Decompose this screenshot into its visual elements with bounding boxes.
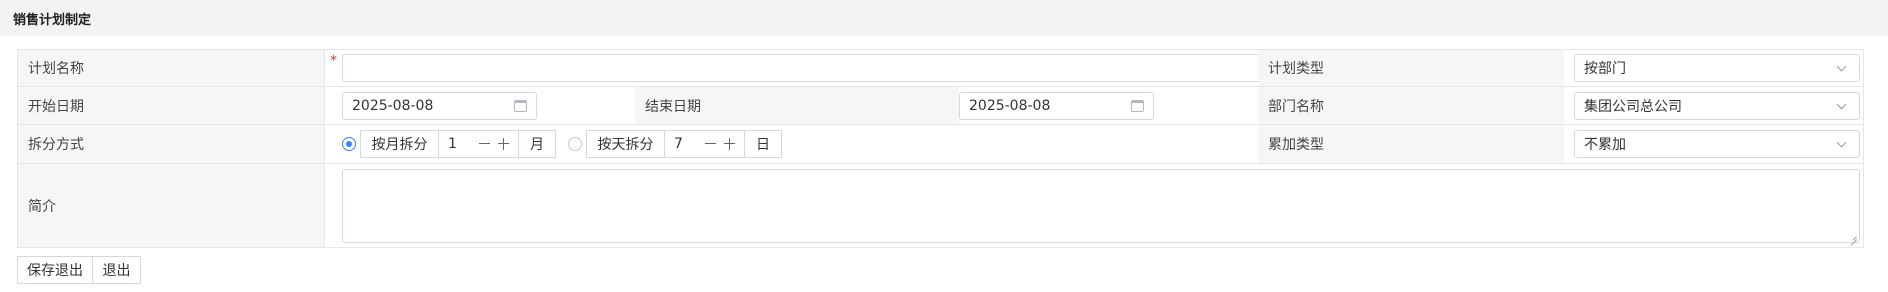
chevron-down-icon — [1836, 99, 1847, 110]
split-month-stepper[interactable]: 1 — [439, 130, 518, 158]
plus-icon[interactable] — [724, 138, 735, 150]
save-exit-button[interactable]: 保存退出 — [17, 256, 93, 284]
split-month-value: 1 — [448, 136, 457, 152]
plan-type-label-text: 计划类型 — [1268, 61, 1324, 77]
start-date-picker[interactable]: 2025-08-08 — [342, 92, 537, 120]
exit-label: 退出 — [102, 263, 131, 279]
day-unit: 日 — [744, 130, 782, 158]
accumulate-type-label: 累加类型 — [1258, 125, 1564, 163]
accumulate-type-label-text: 累加类型 — [1268, 137, 1324, 153]
page-title: 销售计划制定 — [13, 13, 92, 28]
department-label: 部门名称 — [1258, 87, 1564, 124]
end-date-value: 2025-08-08 — [969, 98, 1051, 114]
plus-icon[interactable] — [498, 138, 509, 150]
split-by-day-label: 按天拆分 — [597, 137, 654, 153]
split-by-month-label: 按月拆分 — [371, 137, 428, 153]
department-label-text: 部门名称 — [1268, 98, 1324, 115]
split-by-day-radio[interactable] — [568, 137, 582, 151]
minus-icon[interactable] — [479, 143, 490, 145]
chevron-down-icon — [1836, 137, 1847, 148]
exit-button[interactable]: 退出 — [92, 256, 141, 284]
plan-name-label: 计划名称 — [18, 50, 324, 86]
department-select[interactable]: 集团公司总公司 — [1574, 92, 1860, 120]
minus-icon[interactable] — [705, 143, 716, 145]
month-unit-text: 月 — [530, 137, 544, 153]
department-value: 集团公司总公司 — [1584, 99, 1682, 115]
column-divider — [324, 50, 325, 247]
split-by-month-radio[interactable] — [342, 137, 356, 151]
split-day-value: 7 — [674, 136, 683, 152]
split-by-day-option[interactable]: 按天拆分 — [586, 130, 665, 158]
split-method-label: 拆分方式 — [18, 125, 324, 163]
plan-type-label: 计划类型 — [1258, 50, 1564, 86]
intro-label: 简介 — [18, 164, 324, 247]
resize-handle-icon[interactable] — [1849, 232, 1857, 240]
accumulate-type-value: 不累加 — [1584, 137, 1626, 153]
plan-type-value: 按部门 — [1584, 61, 1626, 77]
page-header: 销售计划制定 — [0, 0, 1888, 36]
intro-label-text: 简介 — [28, 198, 56, 215]
start-date-label-text: 开始日期 — [28, 98, 84, 115]
month-unit: 月 — [518, 130, 556, 158]
required-mark: * — [330, 53, 337, 69]
chevron-down-icon — [1836, 61, 1847, 72]
split-method-label-text: 拆分方式 — [28, 137, 84, 153]
start-date-value: 2025-08-08 — [352, 98, 434, 114]
day-unit-text: 日 — [756, 137, 770, 153]
calendar-icon — [514, 100, 527, 112]
calendar-icon — [1131, 100, 1144, 112]
plan-name-input[interactable] — [342, 54, 1262, 82]
plan-name-label-text: 计划名称 — [28, 61, 84, 77]
split-by-month-option[interactable]: 按月拆分 — [360, 130, 439, 158]
start-date-label: 开始日期 — [18, 87, 324, 124]
intro-textarea[interactable] — [342, 169, 1860, 243]
save-exit-label: 保存退出 — [27, 263, 83, 279]
plan-type-select[interactable]: 按部门 — [1574, 54, 1860, 82]
sales-plan-form: 计划名称 * 计划类型 按部门 开始日期 2025-08-08 结束日期 202… — [17, 49, 1864, 248]
end-date-label: 结束日期 — [635, 87, 959, 124]
split-day-stepper[interactable]: 7 — [665, 130, 744, 158]
end-date-label-text: 结束日期 — [645, 98, 701, 115]
accumulate-type-select[interactable]: 不累加 — [1574, 130, 1860, 158]
end-date-picker[interactable]: 2025-08-08 — [959, 92, 1154, 120]
